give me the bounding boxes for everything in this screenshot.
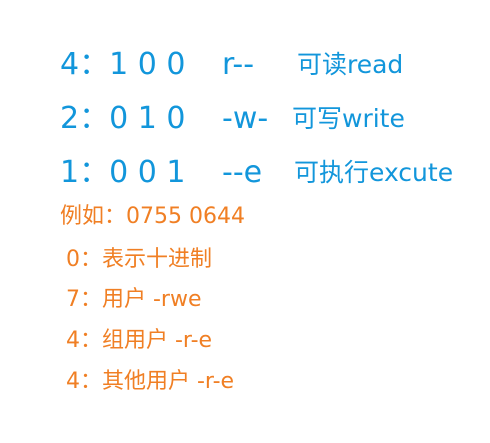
permission-symbol: r--	[222, 47, 255, 82]
permission-code: 2：0 1 0	[60, 101, 186, 136]
permission-notes-page: { "permissions": [ {"code": "4：1 0 0", "…	[0, 0, 490, 443]
permission-symbol: --e	[222, 155, 263, 190]
example-line: 例如：0755 0644	[60, 204, 245, 229]
permission-symbol: -w-	[222, 101, 269, 136]
note-decimal: 0：表示十进制	[66, 247, 212, 272]
permission-description: 可写write	[292, 104, 405, 133]
permission-description: 可执行excute	[294, 158, 454, 187]
note-user: 7：用户 -rwe	[66, 287, 202, 312]
permission-code: 1：0 0 1	[60, 155, 186, 190]
permission-code: 4：1 0 0	[60, 47, 186, 82]
note-other-user: 4：其他用户 -r-e	[66, 369, 235, 394]
note-group-user: 4：组用户 -r-e	[66, 328, 213, 353]
permission-description: 可读read	[297, 50, 404, 79]
